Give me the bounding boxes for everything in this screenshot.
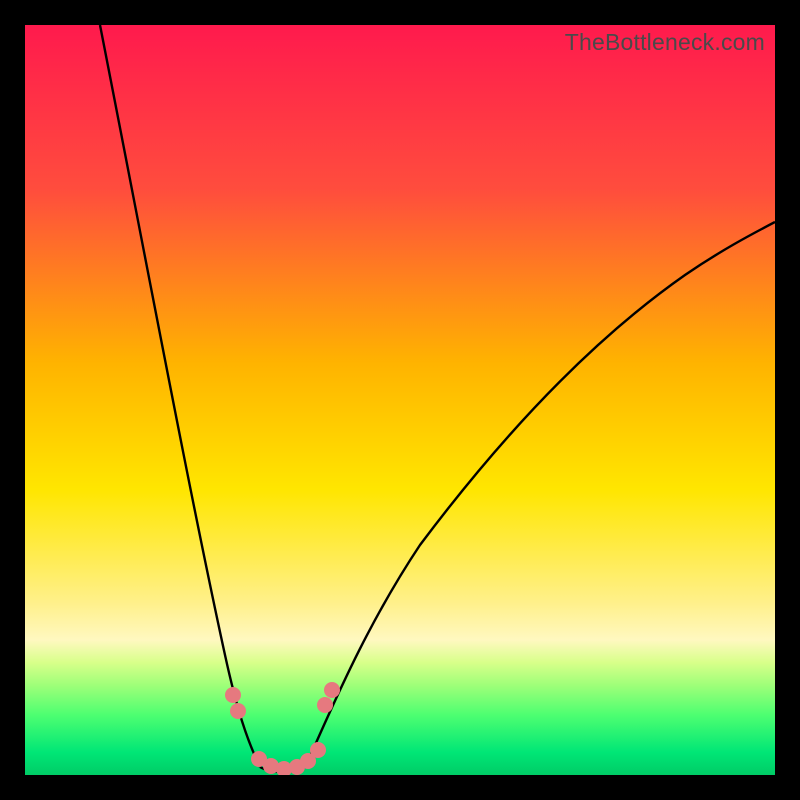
curve-left-branch [100, 25, 260, 767]
pink-marker [324, 682, 340, 698]
curve-right-branch [305, 222, 775, 767]
chart-plot [25, 25, 775, 775]
pink-marker [225, 687, 241, 703]
pink-marker [230, 703, 246, 719]
pink-marker [310, 742, 326, 758]
chart-frame: TheBottleneck.com [25, 25, 775, 775]
pink-marker [317, 697, 333, 713]
